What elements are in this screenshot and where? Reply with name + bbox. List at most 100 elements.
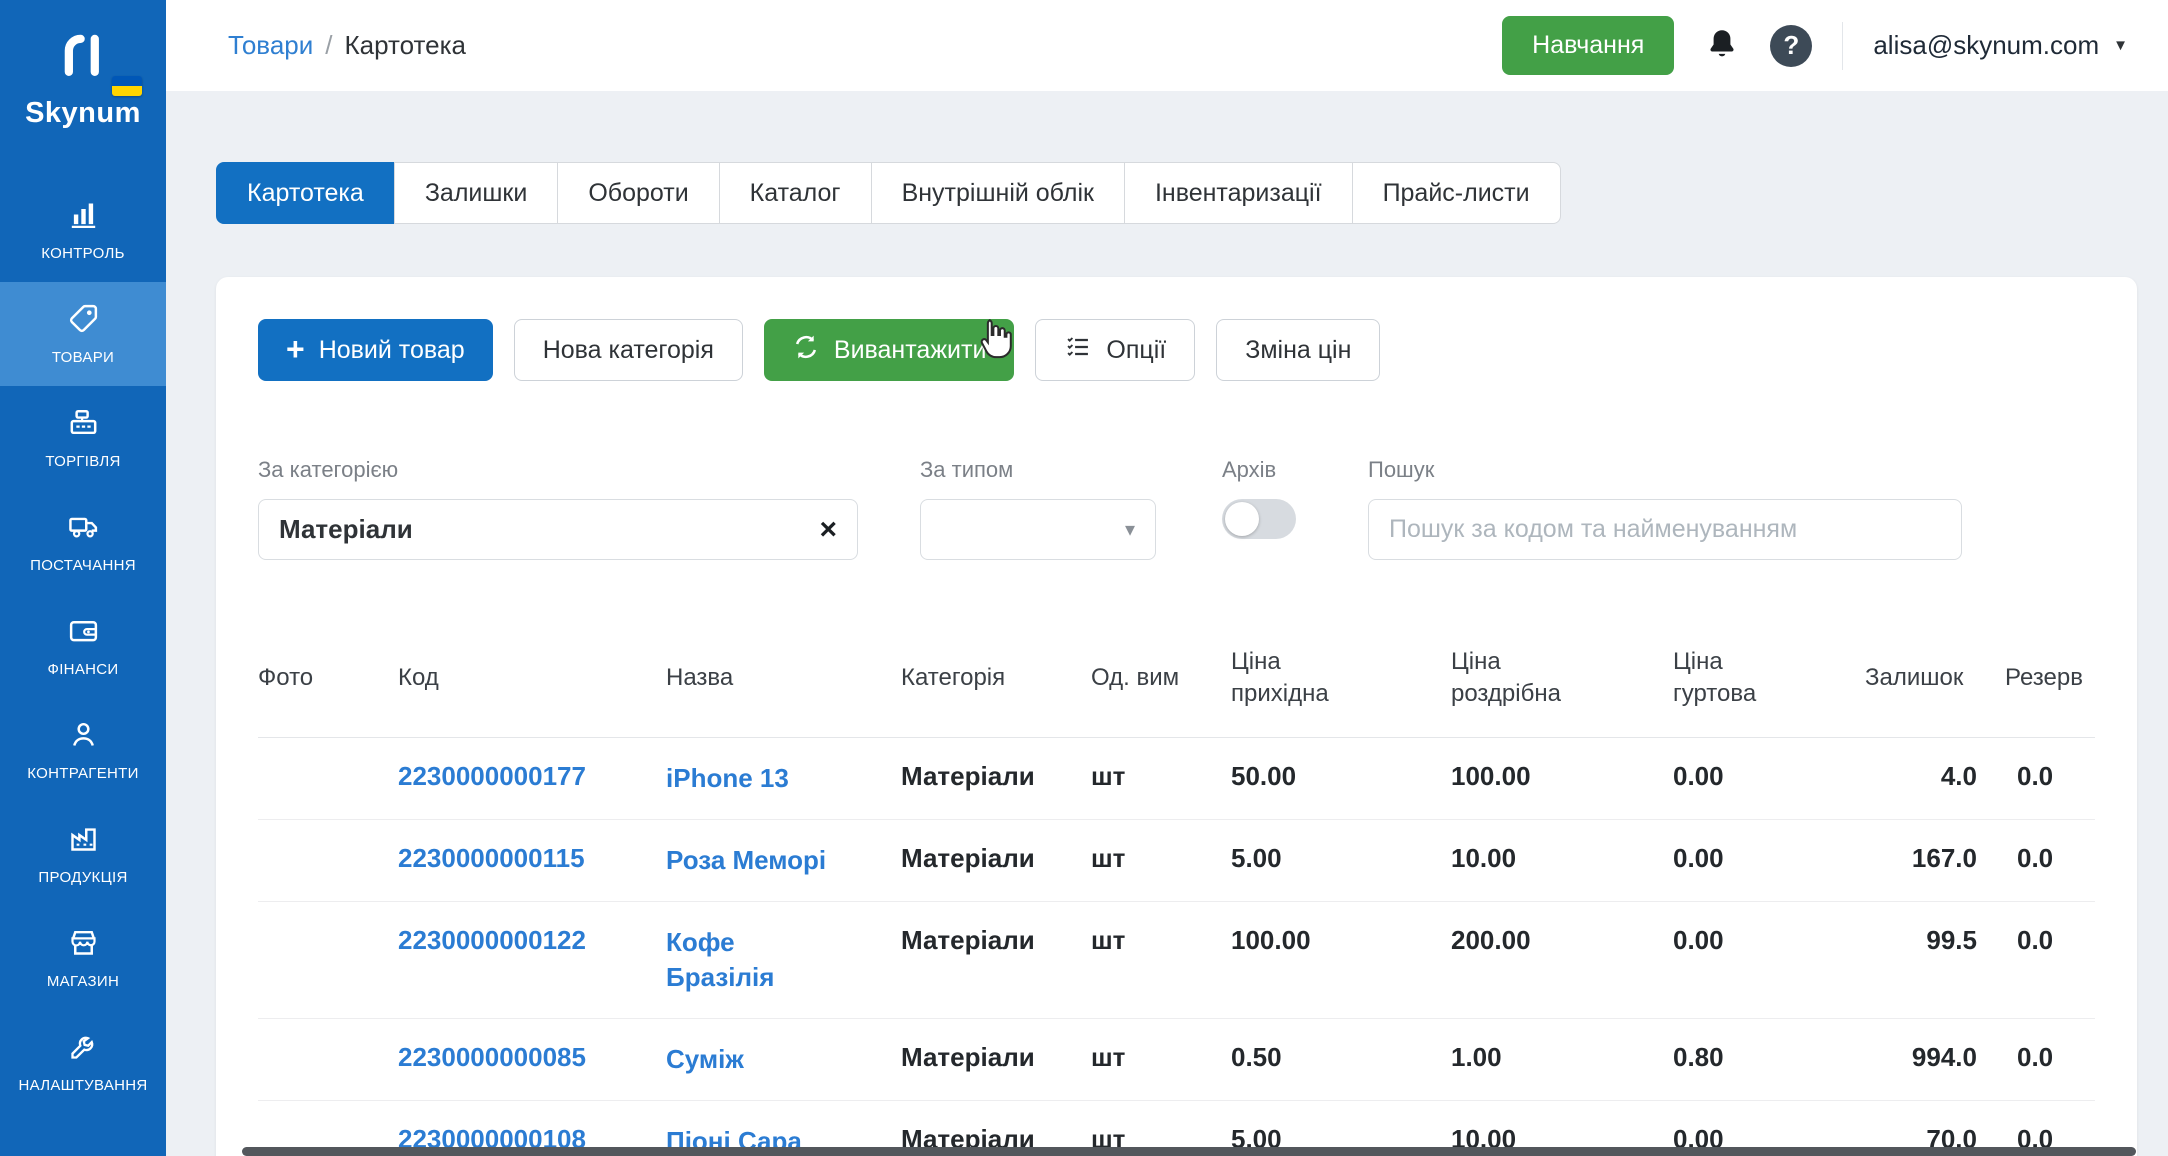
price-in-cell: 5.00 [1231, 819, 1451, 901]
tab-zalyshky[interactable]: Залишки [394, 162, 559, 224]
tab-prays-lysty[interactable]: Прайс-листи [1352, 162, 1561, 224]
code-cell: 2230000000085 [398, 1019, 666, 1101]
sidebar-item-label: КОНТРОЛЬ [41, 245, 125, 262]
code-cell: 2230000000177 [398, 737, 666, 819]
price-wholesale-cell: 0.00 [1673, 901, 1865, 1018]
type-select[interactable]: ▾ [920, 499, 1156, 560]
skynum-logo-icon [50, 73, 116, 90]
archive-toggle[interactable] [1222, 499, 1296, 539]
name-link[interactable]: iPhone 13 [666, 761, 789, 796]
price-tag-icon [67, 302, 100, 340]
col-name: Назва [666, 622, 901, 737]
unit-cell: шт [1091, 819, 1231, 901]
type-filter: За типом ▾ [920, 457, 1156, 560]
export-button[interactable]: Вивантажити [764, 319, 1015, 381]
account-menu[interactable]: alisa@skynum.com ▼ [1873, 30, 2128, 61]
filters-bar: За категорією Матеріали × За типом ▾ Арх… [216, 457, 2137, 560]
clear-icon[interactable]: × [819, 515, 837, 545]
new-product-label: Новий товар [319, 336, 465, 365]
col-price-in: Ціна прихідна [1231, 622, 1451, 737]
unit-cell: шт [1091, 1019, 1231, 1101]
truck-icon [67, 510, 100, 548]
col-price-retail: Ціна роздрібна [1451, 622, 1673, 737]
question-mark-icon: ? [1770, 25, 1812, 67]
new-category-button[interactable]: Нова категорія [514, 319, 743, 381]
name-link[interactable]: Роза Меморі [666, 843, 826, 878]
logo-block[interactable]: Skynum [0, 0, 166, 178]
sidebar-item-label: НАЛАШТУВАННЯ [18, 1077, 147, 1094]
code-link[interactable]: 2230000000085 [398, 1042, 586, 1072]
breadcrumb-current: Картотека [345, 30, 466, 61]
sidebar-item-label: МАГАЗИН [47, 973, 119, 990]
unit-cell: шт [1091, 737, 1231, 819]
code-link[interactable]: 2230000000122 [398, 925, 586, 955]
options-label: Опції [1106, 336, 1166, 365]
price-change-button[interactable]: Зміна цін [1216, 319, 1380, 381]
sidebar-item-goods[interactable]: ТОВАРИ [0, 282, 166, 386]
name-link[interactable]: Суміж [666, 1042, 744, 1077]
code-link[interactable]: 2230000000177 [398, 761, 586, 791]
stock-cell: 994.0 [1865, 1019, 2005, 1101]
search-input[interactable] [1368, 499, 1962, 560]
tab-vnutrishniy-oblik[interactable]: Внутрішній облік [871, 162, 1125, 224]
horizontal-scrollbar[interactable] [242, 1147, 2136, 1156]
breadcrumb-parent-link[interactable]: Товари [228, 30, 313, 61]
type-filter-label: За типом [920, 457, 1156, 483]
goods-table: Фото Код Назва Категорія Од. вим Ціна пр… [258, 622, 2095, 1156]
sidebar-item-label: ФІНАНСИ [48, 661, 119, 678]
table-header-row: Фото Код Назва Категорія Од. вим Ціна пр… [258, 622, 2095, 737]
help-button[interactable]: ? [1770, 25, 1812, 67]
section-tabs: Картотека Залишки Обороти Каталог Внутрі… [216, 162, 1561, 224]
price-retail-cell: 10.00 [1451, 819, 1673, 901]
price-retail-cell: 1.00 [1451, 1019, 1673, 1101]
sidebar-item-settings[interactable]: НАЛАШТУВАННЯ [0, 1010, 166, 1114]
price-in-cell: 0.50 [1231, 1019, 1451, 1101]
tab-inventaryzatsii[interactable]: Інвентаризації [1124, 162, 1353, 224]
tab-kataloh[interactable]: Каталог [719, 162, 872, 224]
sidebar-item-supply[interactable]: ПОСТАЧАННЯ [0, 490, 166, 594]
photo-cell [258, 737, 398, 819]
sidebar-item-shop[interactable]: МАГАЗИН [0, 906, 166, 1010]
search-filter-label: Пошук [1368, 457, 1962, 483]
reserve-cell: 0.0 [2005, 1019, 2095, 1101]
sidebar-item-control[interactable]: КОНТРОЛЬ [0, 178, 166, 282]
tab-oboroty[interactable]: Обороти [557, 162, 719, 224]
col-photo: Фото [258, 622, 398, 737]
sidebar-item-partners[interactable]: КОНТРАГЕНТИ [0, 698, 166, 802]
sidebar-item-trade[interactable]: ТОРГІВЛЯ [0, 386, 166, 490]
options-button[interactable]: Опції [1035, 319, 1195, 381]
archive-filter: Архів [1222, 457, 1296, 560]
price-in-cell: 50.00 [1231, 737, 1451, 819]
sidebar-item-label: КОНТРАГЕНТИ [27, 765, 138, 782]
category-filter: За категорією Матеріали × [258, 457, 858, 560]
archive-filter-label: Архів [1222, 457, 1296, 483]
cash-register-icon [67, 406, 100, 444]
training-button[interactable]: Навчання [1502, 16, 1674, 75]
checklist-icon [1064, 333, 1092, 368]
category-select[interactable]: Матеріали × [258, 499, 858, 560]
price-wholesale-cell: 0.00 [1673, 819, 1865, 901]
new-product-button[interactable]: + Новий товар [258, 319, 493, 381]
category-select-value: Матеріали [279, 514, 413, 545]
table-row: 2230000000122 Кофе Бразілія Матеріали шт… [258, 901, 2095, 1018]
ukraine-flag-icon [112, 76, 142, 96]
sidebar-item-finance[interactable]: ФІНАНСИ [0, 594, 166, 698]
name-link[interactable]: Кофе Бразілія [666, 925, 841, 995]
sidebar-item-production[interactable]: ПРОДУКЦІЯ [0, 802, 166, 906]
price-in-cell: 100.00 [1231, 901, 1451, 1018]
photo-cell [258, 901, 398, 1018]
stock-cell: 4.0 [1865, 737, 2005, 819]
tab-kartoteka[interactable]: Картотека [216, 162, 395, 224]
wrench-icon [67, 1030, 100, 1068]
sidebar-menu: КОНТРОЛЬ ТОВАРИ ТОРГІВЛЯ ПОСТАЧАННЯ ФІНА… [0, 178, 166, 1114]
reserve-cell: 0.0 [2005, 901, 2095, 1018]
breadcrumb-separator: / [325, 30, 332, 61]
price-wholesale-cell: 0.80 [1673, 1019, 1865, 1101]
col-price-wholesale: Ціна гуртова [1673, 622, 1865, 737]
search-filter: Пошук [1368, 457, 1962, 560]
code-link[interactable]: 2230000000115 [398, 843, 585, 873]
top-header: Товари / Картотека Навчання ? alisa@skyn… [166, 0, 2168, 91]
notifications-button[interactable] [1704, 26, 1740, 65]
factory-icon [67, 822, 100, 860]
category-cell: Матеріали [901, 819, 1091, 901]
